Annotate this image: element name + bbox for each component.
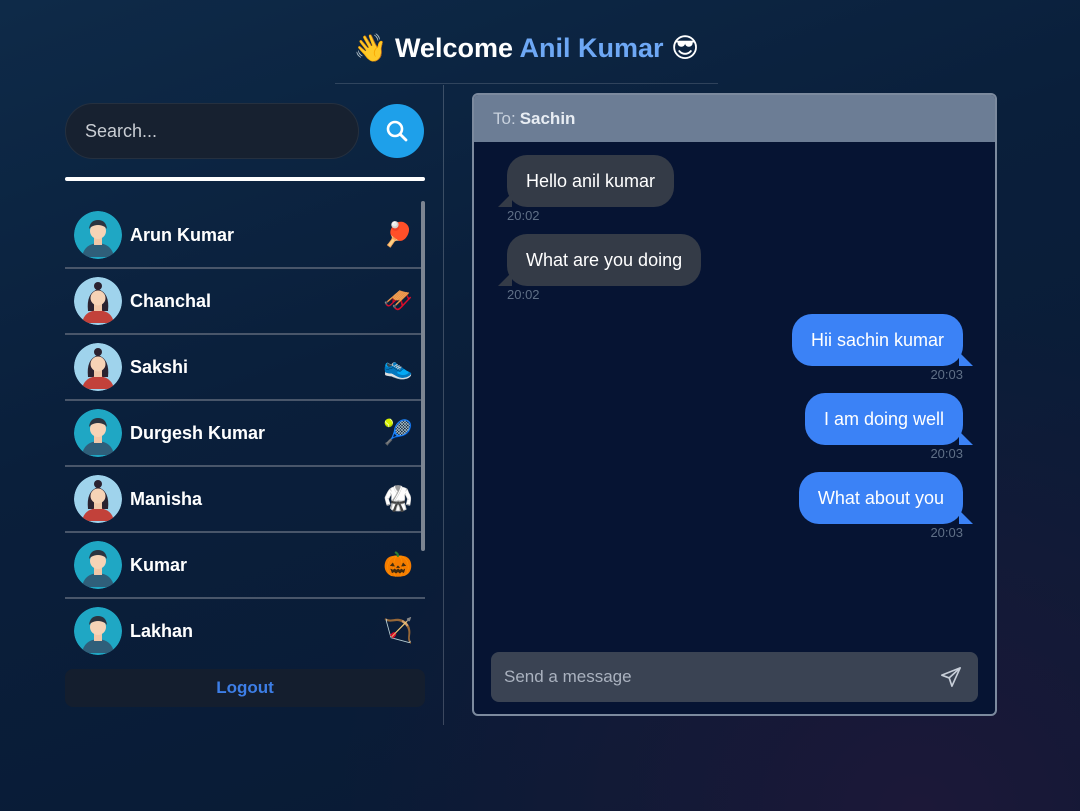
recipient-name: Sachin (519, 108, 576, 128)
sled-icon: 🛷 (383, 287, 413, 315)
contact-list: Arun Kumar 🏓 Chanchal 🛷 Sakshi 👟 Durgesh… (65, 203, 425, 658)
bubble-tail (959, 431, 973, 445)
message-time: 20:03 (930, 446, 963, 461)
bubble-tail (498, 193, 512, 207)
contact-list-scrollbar[interactable] (421, 201, 425, 551)
contact-name: Durgesh Kumar (130, 422, 266, 443)
contact-item[interactable]: Kumar 🎃 (65, 533, 425, 599)
message-time: 20:02 (507, 208, 540, 223)
female-avatar (74, 475, 122, 523)
contact-item[interactable]: Durgesh Kumar 🎾 (65, 401, 425, 467)
female-avatar (74, 277, 122, 325)
message-input[interactable] (491, 652, 978, 702)
martial-arts-uniform-icon: 🥋 (383, 485, 413, 513)
message-bubble: What are you doing (507, 234, 702, 286)
contact-name: Arun Kumar (130, 224, 235, 245)
contact-name: Sakshi (130, 356, 189, 377)
male-avatar (74, 541, 122, 589)
search-underline (65, 177, 425, 181)
message-outgoing: I am doing well (804, 393, 973, 445)
wave-icon: 👋 (353, 33, 388, 63)
contact-name: Lakhan (130, 620, 194, 641)
pumpkin-icon: 🎃 (383, 551, 413, 579)
message-incoming: Hello anil kumar (498, 155, 675, 207)
contact-item[interactable]: Sakshi 👟 (65, 335, 425, 401)
chat-header: To: Sachin (474, 95, 995, 142)
search-input[interactable] (65, 103, 359, 159)
chat-panel: To: Sachin Hello anil kumar 20:02 What a… (472, 93, 997, 716)
send-icon[interactable] (940, 666, 962, 688)
search-box (65, 103, 359, 159)
message-time: 20:02 (507, 287, 540, 302)
message-composer (491, 652, 978, 702)
bow-and-arrow-icon: 🏹 (383, 617, 413, 645)
welcome-header: 👋 Welcome Anil Kumar 😎 (335, 32, 718, 84)
bubble-tail (498, 272, 512, 286)
female-avatar (74, 343, 122, 391)
message-time: 20:03 (930, 367, 963, 382)
male-avatar (74, 607, 122, 655)
contact-name: Manisha (130, 488, 203, 509)
message-bubble: Hello anil kumar (507, 155, 675, 207)
contact-name: Chanchal (130, 290, 212, 311)
contact-item[interactable]: Lakhan 🏹 (65, 599, 425, 658)
sunglasses-icon: 😎 (671, 33, 700, 63)
search-button[interactable] (370, 104, 424, 158)
bubble-tail (959, 352, 973, 366)
bubble-tail (959, 510, 973, 524)
panel-divider (443, 85, 444, 725)
message-bubble: Hii sachin kumar (791, 314, 963, 366)
sneaker-icon: 👟 (383, 353, 413, 381)
male-avatar (74, 409, 122, 457)
message-outgoing: Hii sachin kumar (791, 314, 973, 366)
contact-item[interactable]: Manisha 🥋 (65, 467, 425, 533)
contact-name: Kumar (130, 554, 188, 575)
message-time: 20:03 (930, 525, 963, 540)
message-bubble: I am doing well (804, 393, 963, 445)
tennis-icon: 🎾 (383, 419, 413, 447)
welcome-text: Welcome (394, 33, 513, 63)
logout-button[interactable]: Logout (65, 669, 425, 707)
welcome-user-name: Anil Kumar (519, 33, 664, 63)
ping-pong-icon: 🏓 (383, 221, 413, 249)
to-label: To: (493, 108, 516, 128)
contact-item[interactable]: Chanchal 🛷 (65, 269, 425, 335)
message-outgoing: What about you (798, 472, 973, 524)
search-icon (386, 120, 408, 142)
message-bubble: What about you (798, 472, 963, 524)
male-avatar (74, 211, 122, 259)
message-incoming: What are you doing (498, 234, 702, 286)
contact-item[interactable]: Arun Kumar 🏓 (65, 203, 425, 269)
